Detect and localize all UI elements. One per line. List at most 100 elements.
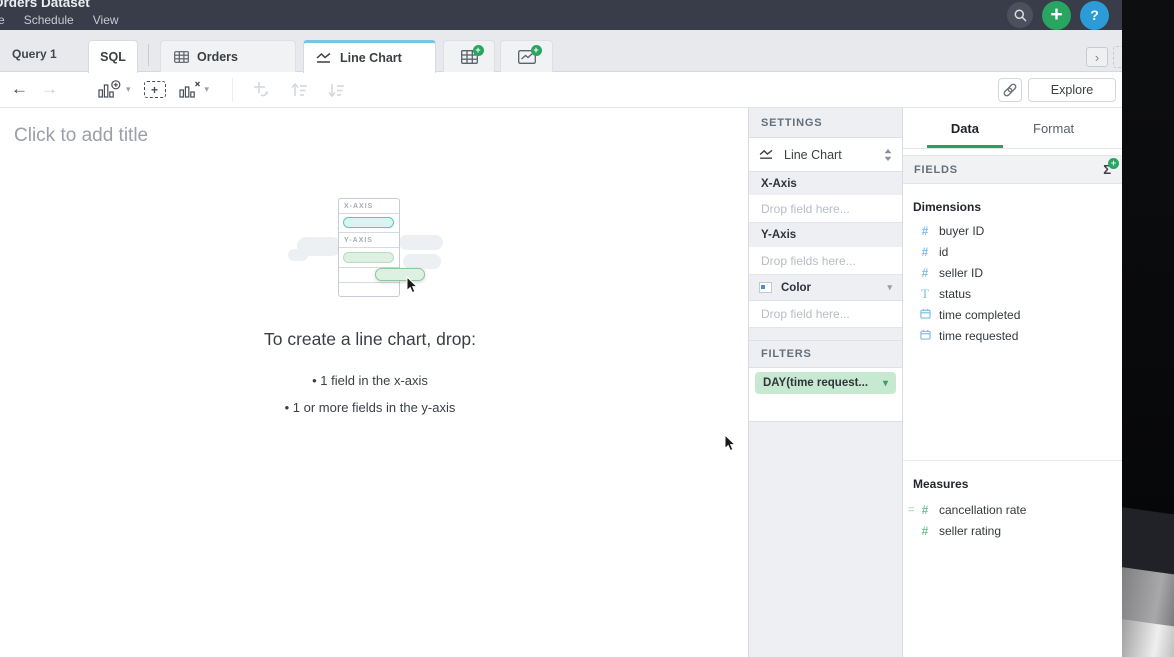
field-item-cancellation-rate[interactable]: =#cancellation rate	[903, 499, 1122, 520]
cloud-shape	[403, 254, 441, 269]
line-chart-icon	[316, 52, 332, 64]
explore-label: Explore	[1051, 83, 1093, 97]
chart-type-select[interactable]: Line Chart	[749, 138, 902, 172]
add-container-button[interactable]: +	[144, 81, 166, 98]
caret-down-icon: ▾	[205, 84, 210, 95]
x-axis-drop-zone[interactable]: Drop field here...	[749, 195, 902, 223]
topbar-actions: + ?	[1007, 0, 1109, 30]
drop-zones-illustration: X-AXIS Y-AXIS	[338, 198, 400, 297]
fields-header-row: FIELDS Σ +	[903, 155, 1122, 184]
tab-orders-label: Orders	[197, 50, 238, 64]
field-item-time-completed[interactable]: time completed	[903, 304, 1122, 325]
color-section-row[interactable]: Color ▾	[749, 275, 902, 301]
topbar: Orders Dataset e Schedule View + ?	[0, 0, 1122, 30]
formula-type-icon: =	[908, 504, 914, 516]
tab-add-table[interactable]: +	[443, 40, 495, 73]
chart-type-value: Line Chart	[784, 148, 874, 162]
field-name: status	[939, 287, 971, 301]
filters-header: FILTERS	[749, 340, 902, 368]
field-item-seller-rating[interactable]: #seller rating	[903, 520, 1122, 541]
chevron-right-icon: ›	[1095, 50, 1099, 65]
cloud-shape	[288, 249, 308, 261]
date-type-icon	[919, 329, 931, 343]
collapse-panel-button[interactable]: ›	[1086, 47, 1108, 67]
toolbar-separator	[232, 78, 233, 102]
field-item-time-requested[interactable]: time requested	[903, 325, 1122, 346]
menu-item-file-partial[interactable]: e	[0, 13, 5, 27]
x-axis-section-label: X-Axis	[749, 172, 902, 195]
tab-orders[interactable]: Orders	[160, 40, 296, 73]
field-name: buyer ID	[939, 224, 984, 238]
fields-divider	[903, 346, 1122, 461]
tab-separator	[148, 44, 149, 66]
color-swatch-icon	[759, 282, 772, 293]
field-name: seller ID	[939, 266, 983, 280]
app-window: Orders Dataset e Schedule View + ? Query…	[0, 0, 1122, 657]
field-name: seller rating	[939, 524, 1001, 538]
illustration-row	[339, 214, 399, 233]
field-item-seller-id[interactable]: #seller ID	[903, 262, 1122, 283]
text-type-icon: T	[919, 286, 931, 302]
measures-label: Measures	[913, 477, 1122, 491]
filter-chip-label: DAY(time request...	[763, 377, 868, 389]
color-section-label: Color	[781, 282, 878, 294]
link-icon	[1002, 82, 1018, 98]
chart-title-placeholder[interactable]: Click to add title	[14, 125, 148, 147]
sort-ascending-icon[interactable]	[289, 81, 309, 99]
sort-descending-icon[interactable]	[326, 81, 346, 99]
tab-strip: Query 1 SQL Orders Line Chart +	[0, 30, 1122, 72]
y-axis-field-pill	[343, 252, 394, 263]
help-button[interactable]: ?	[1080, 1, 1109, 30]
table-icon	[174, 51, 189, 63]
plus-icon: +	[1050, 4, 1062, 25]
tab-line-chart-label: Line Chart	[340, 51, 402, 65]
redo-forward-button[interactable]: →	[41, 78, 58, 100]
undo-back-button[interactable]: ←	[11, 78, 28, 100]
settings-panel: SETTINGS Line Chart X-Axis Drop field he…	[748, 108, 902, 657]
search-button[interactable]	[1007, 2, 1033, 28]
explore-button[interactable]: Explore	[1028, 78, 1116, 102]
illustration-y-axis-label: Y-AXIS	[339, 233, 399, 248]
field-item-status[interactable]: Tstatus	[903, 283, 1122, 304]
tab-sql[interactable]: SQL	[88, 40, 138, 73]
tab-line-chart-active[interactable]: Line Chart	[303, 40, 436, 73]
caret-down-icon: ▾	[126, 84, 131, 95]
query-label: Query 1	[12, 47, 57, 61]
fields-panel-tabs: Data Format	[903, 108, 1122, 149]
add-chart-element-button[interactable]: ▾	[98, 80, 131, 99]
filters-drop-zone[interactable]: DAY(time request... ▾	[749, 368, 902, 422]
add-button[interactable]: +	[1042, 1, 1071, 30]
stepper-icon	[884, 149, 892, 161]
field-name: time requested	[939, 329, 1018, 343]
field-item-buyer-id[interactable]: #buyer ID	[903, 220, 1122, 241]
color-drop-zone[interactable]: Drop field here...	[749, 301, 902, 328]
field-item-id[interactable]: #id	[903, 241, 1122, 262]
tab-data[interactable]: Data	[947, 108, 983, 148]
bar-chart-remove-icon	[179, 80, 201, 99]
menu-item-schedule[interactable]: Schedule	[24, 13, 74, 27]
remove-chart-element-button[interactable]: ▾	[179, 80, 210, 99]
add-measure-button[interactable]: Σ +	[1103, 162, 1111, 177]
tab-format[interactable]: Format	[1029, 108, 1078, 148]
y-axis-drop-zone[interactable]: Drop fields here...	[749, 247, 902, 275]
illustration-row	[339, 248, 399, 268]
filter-chip-day-time-requested[interactable]: DAY(time request... ▾	[755, 372, 896, 394]
share-link-button[interactable]	[998, 78, 1022, 102]
menu-item-view[interactable]: View	[93, 13, 119, 27]
toolbar: ← → ▾ + ▾ Exp	[0, 72, 1122, 108]
tab-sql-label: SQL	[100, 50, 126, 64]
fields-panel: Data Format FIELDS Σ + Dimensions #buyer…	[902, 108, 1122, 657]
settings-header: SETTINGS	[749, 108, 902, 138]
pivot-icon[interactable]	[252, 80, 272, 100]
chart-tools-group: ▾ + ▾	[98, 72, 209, 107]
tab-add-chart[interactable]: +	[500, 40, 553, 73]
drop-hint-bullet: • 1 or more fields in the y-axis	[0, 400, 740, 415]
drop-hint-bullet: • 1 field in the x-axis	[0, 373, 740, 388]
number-type-icon: #	[919, 503, 931, 517]
tab-format-label: Format	[1033, 121, 1074, 136]
caret-down-icon: ▾	[883, 378, 888, 389]
field-name: id	[939, 245, 948, 259]
x-axis-field-pill	[343, 217, 394, 228]
chart-canvas[interactable]: Click to add title X-AXIS Y-AXIS To crea…	[0, 108, 748, 657]
drop-hint-headline: To create a line chart, drop:	[0, 329, 740, 350]
